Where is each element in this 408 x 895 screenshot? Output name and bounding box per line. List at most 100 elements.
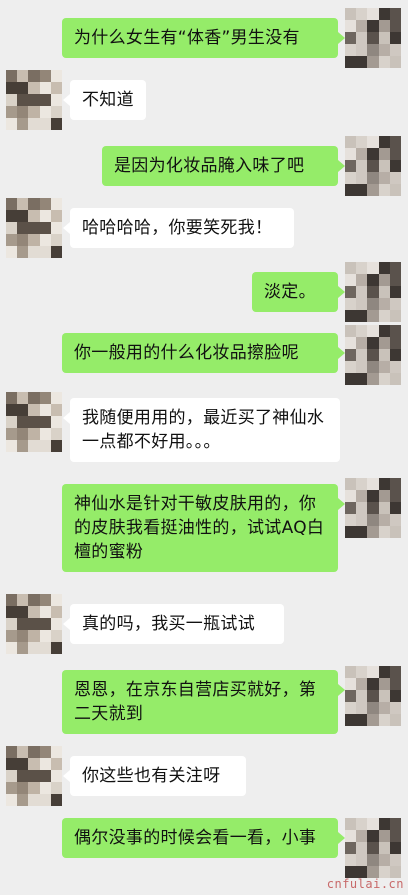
avatar-pixel (345, 349, 357, 361)
sent-message-bubble[interactable]: 为什么女生有“体香”男生没有 (62, 18, 345, 58)
avatar-pixel (356, 526, 368, 538)
avatar-pixel (28, 392, 40, 404)
avatar-pixel (389, 184, 401, 196)
sent-message-bubble[interactable]: 恩恩，在京东自营店买就好，第二天就到 (62, 670, 345, 734)
avatar-pixel (345, 478, 357, 490)
chat-message-row: 我随便用用的，最近买了神仙水一点都不好用。。。 (0, 392, 408, 472)
avatar-pixel (367, 298, 379, 310)
avatar-pixel (345, 44, 357, 56)
user-avatar[interactable] (345, 262, 401, 322)
avatar-pixel (367, 56, 379, 68)
avatar-pixel (367, 325, 379, 337)
chat-message-row: 你一般用的什么化妆品擦脸呢 (0, 325, 408, 387)
avatar-pixel (389, 172, 401, 184)
avatar-pixel (50, 606, 62, 618)
user-avatar[interactable] (345, 136, 401, 196)
user-avatar[interactable] (345, 666, 401, 726)
avatar-pixel (356, 56, 368, 68)
sent-message-bubble[interactable]: 偶尔没事的时候会看一看，小事 (62, 818, 345, 858)
sent-message-bubble[interactable]: 淡定。 (252, 272, 345, 312)
received-message-bubble[interactable]: 真的吗，我买一瓶试试 (63, 604, 284, 644)
avatar-pixel (367, 160, 379, 172)
avatar-pixel (50, 794, 62, 806)
avatar-pixel (6, 618, 18, 630)
avatar-pixel (28, 782, 40, 794)
avatar-pixel (389, 714, 401, 726)
avatar-pixel (17, 630, 29, 642)
avatar-pixel (17, 606, 29, 618)
avatar-pixel (378, 44, 390, 56)
avatar-pixel (50, 594, 62, 606)
avatar-pixel (367, 373, 379, 385)
avatar-pixel (367, 678, 379, 690)
avatar-pixel (389, 526, 401, 538)
avatar-pixel (378, 148, 390, 160)
user-avatar[interactable] (345, 818, 401, 878)
user-avatar[interactable] (345, 478, 401, 538)
avatar-pixel (50, 210, 62, 222)
sent-message-bubble[interactable]: 是因为化妆品腌入味了吧 (102, 146, 345, 186)
avatar-pixel (50, 770, 62, 782)
avatar-pixel (345, 514, 357, 526)
avatar-pixel (356, 20, 368, 32)
avatar-pixel (39, 404, 51, 416)
avatar-pixel (39, 440, 51, 452)
avatar-pixel (17, 428, 29, 440)
avatar-pixel (28, 118, 40, 130)
avatar-pixel (367, 666, 379, 678)
contact-avatar[interactable] (6, 198, 62, 258)
avatar-pixel (356, 714, 368, 726)
avatar-pixel (356, 325, 368, 337)
received-message-bubble[interactable]: 不知道 (63, 80, 146, 120)
avatar-pixel (378, 361, 390, 373)
avatar-pixel (378, 337, 390, 349)
user-avatar[interactable] (345, 325, 401, 385)
avatar-pixel (28, 222, 40, 234)
avatar-pixel (345, 20, 357, 32)
avatar-pixel (6, 630, 18, 642)
avatar-pixel (378, 690, 390, 702)
avatar-pixel (356, 842, 368, 854)
avatar-pixel (378, 714, 390, 726)
avatar-pixel (17, 234, 29, 246)
avatar-pixel (17, 794, 29, 806)
contact-avatar[interactable] (6, 392, 62, 452)
avatar-pixel (356, 478, 368, 490)
contact-avatar[interactable] (6, 746, 62, 806)
avatar-pixel (378, 298, 390, 310)
avatar-pixel (367, 818, 379, 830)
avatar-pixel (367, 32, 379, 44)
sent-message-bubble[interactable]: 你一般用的什么化妆品擦脸呢 (62, 333, 345, 373)
avatar-pixel (6, 440, 18, 452)
avatar-pixel (356, 172, 368, 184)
avatar-pixel (17, 82, 29, 94)
chat-message-row: 是因为化妆品腌入味了吧 (0, 136, 408, 198)
avatar-pixel (345, 678, 357, 690)
avatar-pixel (39, 94, 51, 106)
avatar-pixel (17, 118, 29, 130)
received-message-bubble[interactable]: 哈哈哈哈，你要笑死我！ (63, 208, 294, 248)
avatar-pixel (6, 246, 18, 258)
user-avatar[interactable] (345, 8, 401, 68)
avatar-pixel (356, 136, 368, 148)
avatar-pixel (28, 770, 40, 782)
avatar-pixel (39, 782, 51, 794)
sent-message-bubble[interactable]: 神仙水是针对干敏皮肤用的，你的皮肤我看挺油性的，试试AQ白檀的蜜粉 (62, 484, 345, 572)
chat-message-row: 不知道 (0, 70, 408, 132)
avatar-pixel (367, 8, 379, 20)
avatar-pixel (367, 286, 379, 298)
avatar-pixel (378, 373, 390, 385)
avatar-pixel (6, 82, 18, 94)
avatar-pixel (356, 373, 368, 385)
avatar-pixel (17, 416, 29, 428)
received-message-bubble[interactable]: 你这些也有关注呀 (63, 756, 246, 796)
contact-avatar[interactable] (6, 70, 62, 130)
avatar-pixel (378, 8, 390, 20)
avatar-pixel (39, 392, 51, 404)
avatar-pixel (378, 490, 390, 502)
avatar-pixel (28, 428, 40, 440)
received-message-bubble[interactable]: 我随便用用的，最近买了神仙水一点都不好用。。。 (63, 398, 340, 462)
contact-avatar[interactable] (6, 594, 62, 654)
avatar-pixel (389, 20, 401, 32)
avatar-pixel (389, 44, 401, 56)
